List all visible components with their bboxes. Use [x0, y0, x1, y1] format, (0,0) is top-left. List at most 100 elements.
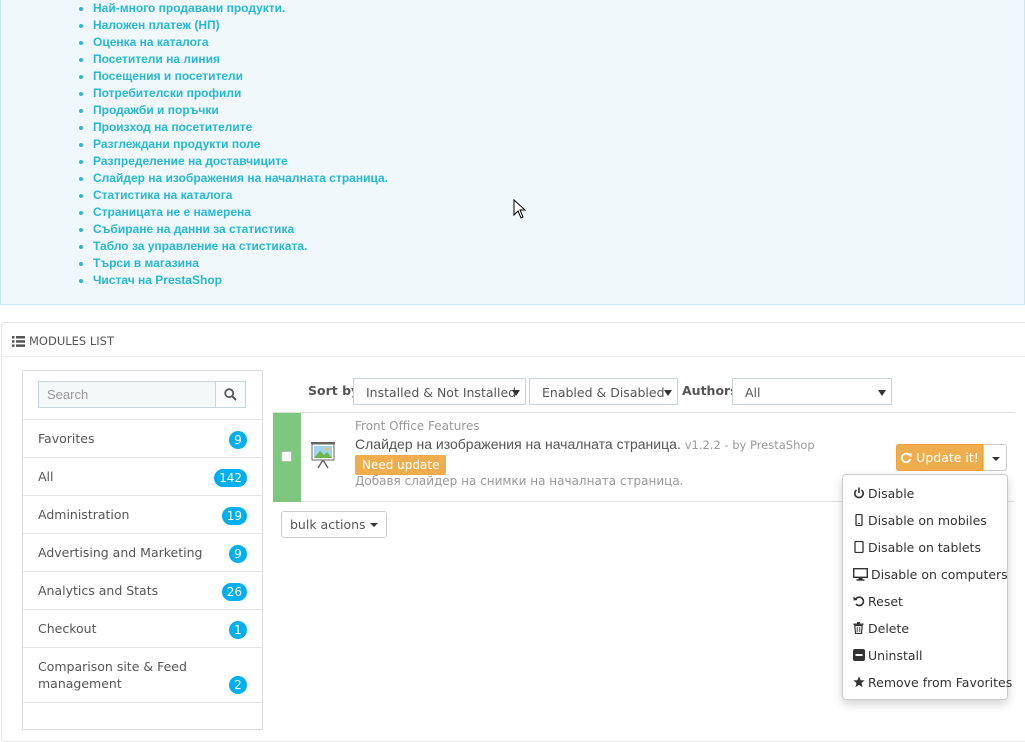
actions-dropdown-toggle[interactable]	[983, 444, 1007, 471]
module-link[interactable]: Продажби и поръчки	[79, 102, 388, 119]
category-label: All	[38, 469, 54, 484]
module-title: Слайдер на изображения на началната стра…	[355, 436, 815, 452]
menu-item-label: Disable on computers	[871, 566, 1008, 582]
module-link[interactable]: Търси в магазина	[79, 255, 388, 272]
caret-down-icon	[664, 390, 672, 396]
caret-down-icon	[369, 522, 378, 527]
search-button[interactable]	[215, 381, 246, 408]
category-label: Checkout	[38, 621, 97, 636]
slider-module-logo-icon	[311, 442, 335, 469]
module-link[interactable]: Произход на посетителите	[79, 119, 388, 136]
power-icon	[852, 487, 865, 500]
module-link[interactable]: Табло за управление на стистиката.	[79, 238, 388, 255]
module-link[interactable]: Разглеждани продукти поле	[79, 136, 388, 153]
category-label: Analytics and Stats	[38, 583, 159, 598]
count-badge: 142	[214, 469, 247, 487]
caret-down-icon	[992, 457, 1000, 461]
bulk-actions-button[interactable]: bulk actions	[281, 511, 387, 538]
search-input[interactable]	[38, 381, 216, 408]
search-group	[38, 381, 246, 409]
select-value: Enabled & Disabled	[542, 385, 665, 400]
mouse-cursor-icon	[513, 199, 527, 219]
menu-item-label: Disable on tablets	[868, 539, 981, 555]
category-advertising-marketing[interactable]: Advertising and Marketing 9	[23, 533, 262, 571]
install-filter-select[interactable]: Installed & Not Installed	[353, 378, 526, 405]
select-value: Installed & Not Installed	[366, 385, 517, 400]
desktop-icon	[852, 567, 868, 581]
menu-item-delete[interactable]: Delete	[852, 619, 909, 637]
module-link[interactable]: Чистач на PrestaShop	[79, 272, 388, 289]
module-version: v1.2.2 - by PrestaShop	[684, 438, 815, 452]
trash-icon	[852, 622, 865, 635]
menu-item-label: Remove from Favorites	[868, 674, 1013, 690]
module-link[interactable]: Посещения и посетители	[79, 68, 388, 85]
module-link[interactable]: Разпределение на доставчиците	[79, 153, 388, 170]
module-link[interactable]: Страницата не е намерена	[79, 204, 388, 221]
count-badge: 9	[229, 431, 247, 449]
category-administration[interactable]: Administration 19	[23, 495, 262, 533]
info-panel: Най-много продавани продукти. Наложен пл…	[0, 0, 1025, 305]
sort-by-label: Sort by	[308, 383, 360, 398]
panel-heading: MODULES LIST	[12, 332, 114, 350]
enabled-filter-select[interactable]: Enabled & Disabled	[529, 378, 678, 405]
menu-item-label: Delete	[868, 620, 910, 636]
menu-item-uninstall[interactable]: Uninstall	[852, 646, 923, 664]
divider	[2, 356, 1025, 357]
count-badge: 2	[229, 676, 247, 694]
caret-down-icon	[512, 390, 520, 396]
menu-item-label: Uninstall	[868, 647, 923, 663]
category-label: Advertising and Marketing	[38, 545, 203, 560]
undo-icon	[852, 595, 865, 608]
module-link[interactable]: Слайдер на изображения на началната стра…	[79, 170, 388, 187]
module-description: Добавя слайдер на снимки на началната ст…	[355, 474, 684, 488]
menu-item-disable-mobiles[interactable]: Disable on mobiles	[852, 511, 987, 529]
category-sidebar: Favorites 9 All 142 Administration 19 Ad…	[22, 370, 263, 730]
count-badge: 9	[229, 545, 247, 563]
category-analytics-stats[interactable]: Analytics and Stats 26	[23, 571, 262, 609]
category-comparison-feed[interactable]: Comparison site & Feed management 2	[23, 647, 262, 702]
menu-item-disable[interactable]: Disable	[852, 484, 914, 502]
category-label: Administration	[38, 507, 130, 522]
module-name: Слайдер на изображения на началната стра…	[355, 436, 681, 452]
module-actions-menu: Disable Disable on mobiles Disable on ta…	[842, 474, 1012, 700]
enabled-status-bar	[273, 413, 301, 502]
module-link[interactable]: Наложен платеж (НП)	[79, 17, 388, 34]
count-badge: 26	[221, 583, 247, 601]
menu-item-remove-favorites[interactable]: Remove from Favorites	[852, 673, 1012, 691]
module-link[interactable]: Оценка на каталога	[79, 34, 388, 51]
menu-item-label: Disable on mobiles	[868, 512, 987, 528]
module-category: Front Office Features	[355, 419, 480, 433]
count-badge: 1	[229, 621, 247, 639]
menu-item-label: Disable	[868, 485, 915, 501]
module-link[interactable]: Статистика на каталога	[79, 187, 388, 204]
authors-label: Authors	[682, 383, 738, 398]
category-all[interactable]: All 142	[23, 457, 262, 495]
menu-item-disable-computers[interactable]: Disable on computers	[852, 565, 1008, 583]
module-link[interactable]: Потребителски профили	[79, 85, 388, 102]
menu-item-disable-tablets[interactable]: Disable on tablets	[852, 538, 981, 556]
list-icon	[12, 335, 25, 347]
authors-filter-select[interactable]: All	[732, 378, 892, 405]
menu-item-label: Reset	[868, 593, 903, 609]
module-link[interactable]: Най-много продавани продукти.	[79, 0, 388, 17]
module-link[interactable]: Събиране на данни за статистика	[79, 221, 388, 238]
module-select-checkbox[interactable]	[281, 451, 292, 462]
category-label: Comparison site & Feed management	[38, 659, 187, 691]
category-label: Favorites	[38, 431, 95, 446]
update-button-label: Update it!	[916, 450, 979, 465]
category-next[interactable]	[23, 702, 262, 732]
minus-square-icon	[852, 649, 865, 662]
star-icon	[852, 676, 865, 689]
category-checkout[interactable]: Checkout 1	[23, 609, 262, 647]
select-value: All	[745, 385, 761, 400]
caret-down-icon	[878, 390, 886, 396]
panel-title: MODULES LIST	[29, 334, 114, 348]
module-link[interactable]: Посетители на линия	[79, 51, 388, 68]
refresh-icon	[901, 452, 912, 463]
module-link-list: Най-много продавани продукти. Наложен пл…	[79, 0, 388, 289]
category-favorites[interactable]: Favorites 9	[23, 419, 262, 457]
count-badge: 19	[221, 507, 247, 525]
menu-item-reset[interactable]: Reset	[852, 592, 903, 610]
update-button[interactable]: Update it!	[896, 444, 983, 471]
tablet-icon	[852, 541, 865, 554]
